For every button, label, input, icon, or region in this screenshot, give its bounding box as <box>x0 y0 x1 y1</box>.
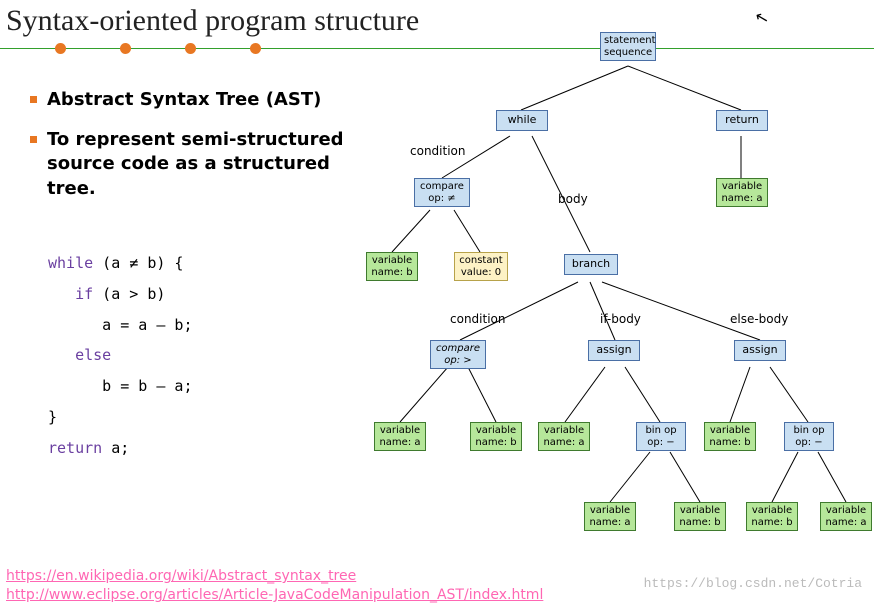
code-sample: while (a ≠ b) { if (a > b) a = a – b; el… <box>48 248 193 463</box>
node-leaf: variablename: a <box>374 422 426 451</box>
node-return: return <box>716 110 768 131</box>
node-leaf: variablename: b <box>746 502 798 531</box>
code-text: a = a – b; <box>48 316 193 334</box>
node-branch: branch <box>564 254 618 275</box>
edge-label: condition <box>450 312 505 326</box>
bullet-item: Abstract Syntax Tree (AST) <box>30 88 321 112</box>
node-leaf: constantvalue: 0 <box>454 252 508 281</box>
node-assign: assign <box>734 340 786 361</box>
node-while: while <box>496 110 548 131</box>
code-kw: return <box>48 439 102 457</box>
accent-dot <box>250 43 261 54</box>
bullet-icon <box>30 96 37 103</box>
edge-label: body <box>558 192 588 206</box>
node-compare: compareop: ≠ <box>414 178 470 207</box>
link-wikipedia[interactable]: https://en.wikipedia.org/wiki/Abstract_s… <box>6 568 356 584</box>
node-leaf: variablename: b <box>674 502 726 531</box>
cursor-icon: ↖ <box>753 7 771 29</box>
accent-dot <box>55 43 66 54</box>
node-root: statementsequence <box>600 32 656 61</box>
node-leaf: variablename: b <box>366 252 418 281</box>
code-text: } <box>48 408 57 426</box>
code-kw: while <box>48 254 93 272</box>
node-compare: compareop: > <box>430 340 486 369</box>
ast-diagram: condition body condition if-body else-bo… <box>360 32 874 602</box>
node-assign: assign <box>588 340 640 361</box>
edge-label: else-body <box>730 312 788 326</box>
accent-dot <box>120 43 131 54</box>
node-leaf: variablename: a <box>538 422 590 451</box>
code-text: (a ≠ b) { <box>93 254 183 272</box>
code-kw: else <box>48 346 111 364</box>
node-binop: bin opop: − <box>784 422 834 451</box>
node-leaf: variablename: a <box>820 502 872 531</box>
node-leaf: variablename: b <box>704 422 756 451</box>
node-binop: bin opop: − <box>636 422 686 451</box>
code-kw: if <box>48 285 93 303</box>
code-text: (a > b) <box>93 285 165 303</box>
edge-label: if-body <box>600 312 641 326</box>
node-leaf: variablename: a <box>584 502 636 531</box>
bullet-text: Abstract Syntax Tree (AST) <box>47 88 321 112</box>
edge-label: condition <box>410 144 465 158</box>
bullet-text: To represent semi-structured source code… <box>47 128 347 201</box>
code-text: b = b – a; <box>48 377 193 395</box>
bullet-item: To represent semi-structured source code… <box>30 128 347 201</box>
bullet-icon <box>30 136 37 143</box>
accent-dot <box>185 43 196 54</box>
code-text: a; <box>102 439 129 457</box>
node-leaf: variablename: b <box>470 422 522 451</box>
node-leaf: variablename: a <box>716 178 768 207</box>
page-title: Syntax-oriented program structure <box>6 4 419 38</box>
